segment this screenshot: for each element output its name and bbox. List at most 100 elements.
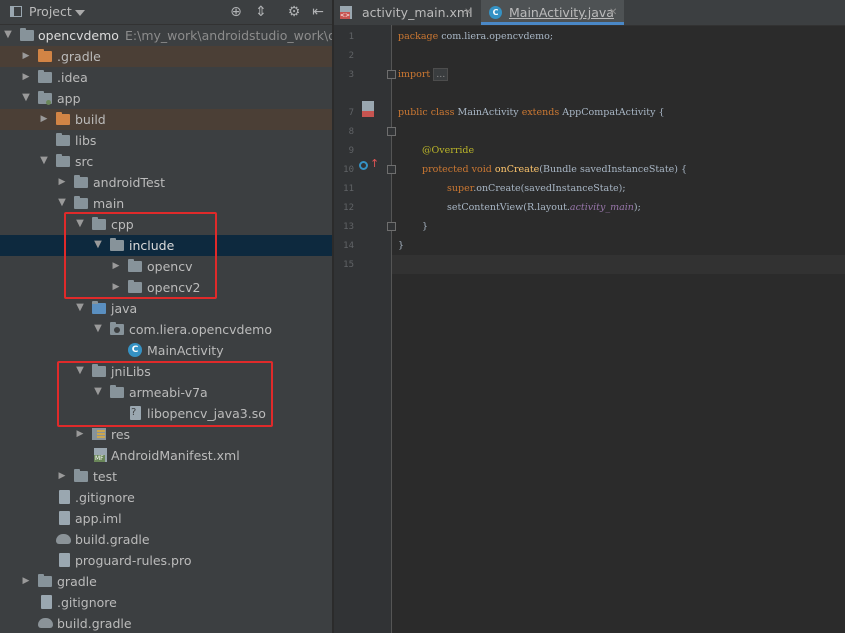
tree-item-libopencv[interactable]: libopencv_java3.so	[0, 403, 332, 424]
tree-item-gitignore[interactable]: .gitignore	[0, 487, 332, 508]
tree-item-label: src	[75, 154, 94, 169]
view-dropdown-icon[interactable]	[75, 10, 85, 16]
tree-item-src[interactable]: ▼ src	[0, 151, 332, 172]
tree-item-manifest[interactable]: AndroidManifest.xml	[0, 445, 332, 466]
collapsed-arrow-icon[interactable]: ▶	[39, 114, 49, 124]
tree-item-gradle-folder[interactable]: ▶ gradle	[0, 571, 332, 592]
layout-xml-gutter-icon[interactable]	[362, 101, 374, 117]
expand-arrow-icon[interactable]: ▼	[75, 219, 85, 229]
tree-item-jnilibs[interactable]: ▼ jniLibs	[0, 361, 332, 382]
keyword: package	[398, 31, 439, 42]
class-name: MainActivity	[454, 107, 522, 118]
tree-item-libs[interactable]: libs	[0, 130, 332, 151]
expand-arrow-icon[interactable]: ▼	[75, 303, 85, 313]
tree-item-mainactivity[interactable]: C MainActivity	[0, 340, 332, 361]
collapsed-arrow-icon[interactable]: ▶	[75, 429, 85, 439]
code-text: }	[422, 221, 429, 232]
tab-label: activity_main.xml	[362, 5, 473, 20]
hide-panel-icon[interactable]: ⇤	[310, 4, 326, 20]
tree-item-app[interactable]: ▼ app	[0, 88, 332, 109]
folder-icon	[56, 154, 70, 167]
tree-item-root-build-gradle[interactable]: build.gradle	[0, 613, 332, 633]
tree-item-java[interactable]: ▼ java	[0, 298, 332, 319]
file-icon	[41, 595, 52, 609]
expand-arrow-icon[interactable]: ▼	[39, 156, 49, 166]
tree-item-armeabi[interactable]: ▼ armeabi-v7a	[0, 382, 332, 403]
expand-arrow-icon[interactable]: ▼	[57, 198, 67, 208]
tree-item-include[interactable]: ▼ include	[0, 235, 332, 256]
code-line: super.onCreate(savedInstanceState);	[447, 179, 626, 198]
expand-arrow-icon[interactable]: ▼	[93, 324, 103, 334]
collapsed-arrow-icon[interactable]: ▶	[111, 261, 121, 271]
code-line: setContentView(R.layout.activity_main);	[447, 198, 641, 217]
tree-item-label: app	[57, 91, 81, 106]
tree-item-label: cpp	[111, 217, 134, 232]
tree-item-test[interactable]: ▶ test	[0, 466, 332, 487]
expand-arrow-icon[interactable]: ▼	[93, 387, 103, 397]
folder-icon	[110, 238, 124, 251]
expand-arrow-icon[interactable]: ▼	[93, 240, 103, 250]
tree-item-androidtest[interactable]: ▶ androidTest	[0, 172, 332, 193]
code-text: (Bundle savedInstanceState) {	[539, 164, 688, 175]
expand-arrow-icon[interactable]: ▼	[21, 93, 31, 103]
tree-item-res[interactable]: ▶ res	[0, 424, 332, 445]
gear-icon[interactable]: ⚙	[286, 4, 302, 20]
tree-item-opencv[interactable]: ▶ opencv	[0, 256, 332, 277]
collapsed-arrow-icon[interactable]: ▶	[111, 282, 121, 292]
tree-item-build[interactable]: ▶ build	[0, 109, 332, 130]
tree-item-label: jniLibs	[111, 364, 151, 379]
tree-item-idea[interactable]: ▶ .idea	[0, 67, 332, 88]
override-gutter-icon[interactable]	[359, 161, 368, 170]
folder-icon	[92, 364, 106, 377]
keyword: super	[447, 183, 474, 194]
folder-icon	[128, 259, 142, 272]
editor-gutter: 1 2 3 7 8 9 10 11 12 13 14 15 ↑	[334, 25, 396, 633]
tab-mainactivity-java[interactable]: C MainActivity.java ✕	[481, 0, 624, 25]
override-arrow-icon[interactable]: ↑	[370, 158, 379, 169]
tab-activity-main-xml[interactable]: activity_main.xml ✕	[334, 0, 479, 25]
unknown-file-icon	[130, 406, 141, 420]
project-panel-header: Project ⊕ ⇕ ⚙ ⇤	[0, 0, 332, 25]
code-line: }	[422, 217, 428, 236]
folder-icon	[56, 133, 70, 146]
code-text: AppCompatActivity {	[559, 107, 665, 118]
field-ref: activity_main	[569, 202, 634, 213]
tree-item-label: opencv	[147, 259, 193, 274]
collapsed-arrow-icon[interactable]: ▶	[21, 51, 31, 61]
tree-item-proguard[interactable]: proguard-rules.pro	[0, 550, 332, 571]
collapsed-arrow-icon[interactable]: ▶	[21, 576, 31, 586]
keyword: import	[398, 69, 431, 80]
line-number: 2	[348, 51, 354, 61]
collapsed-arrow-icon[interactable]: ▶	[57, 471, 67, 481]
close-icon[interactable]: ✕	[609, 0, 617, 25]
expand-arrow-icon[interactable]: ▼	[75, 366, 85, 376]
tree-item-main[interactable]: ▼ main	[0, 193, 332, 214]
code-area[interactable]: package com.liera.opencvdemo; import ...…	[392, 25, 845, 633]
editor-area: activity_main.xml ✕ C MainActivity.java …	[334, 0, 845, 633]
project-view-title[interactable]: Project	[29, 4, 72, 19]
tree-item-gradle-dir[interactable]: ▶ .gradle	[0, 46, 332, 67]
collapsed-arrow-icon[interactable]: ▶	[57, 177, 67, 187]
project-view-icon	[10, 6, 22, 17]
code-line: import ...	[398, 65, 449, 84]
expand-arrow-icon[interactable]: ▼	[3, 30, 13, 40]
locate-target-icon[interactable]: ⊕	[228, 4, 244, 20]
collapsed-arrow-icon[interactable]: ▶	[21, 72, 31, 82]
code-text: setContentView(R.layout.	[447, 202, 570, 213]
tree-item-app-iml[interactable]: app.iml	[0, 508, 332, 529]
close-icon[interactable]: ✕	[464, 0, 472, 25]
tree-item-label: libs	[75, 133, 97, 148]
tree-item-cpp[interactable]: ▼ cpp	[0, 214, 332, 235]
tree-item-root-gitignore[interactable]: .gitignore	[0, 592, 332, 613]
folded-imports[interactable]: ...	[433, 68, 449, 81]
folder-icon	[74, 469, 88, 482]
collapse-all-icon[interactable]: ⇕	[253, 4, 269, 20]
tree-item-label: java	[111, 301, 138, 316]
resource-folder-icon	[92, 428, 106, 440]
tree-item-app-build-gradle[interactable]: build.gradle	[0, 529, 332, 550]
tree-item-opencvdemo[interactable]: ▼ opencvdemo E:\my_work\androidstudio_wo…	[0, 25, 332, 46]
tree-item-package[interactable]: ▼ com.liera.opencvdemo	[0, 319, 332, 340]
tree-item-opencv2[interactable]: ▶ opencv2	[0, 277, 332, 298]
line-number: 7	[348, 108, 354, 118]
code-text: );	[633, 202, 641, 213]
